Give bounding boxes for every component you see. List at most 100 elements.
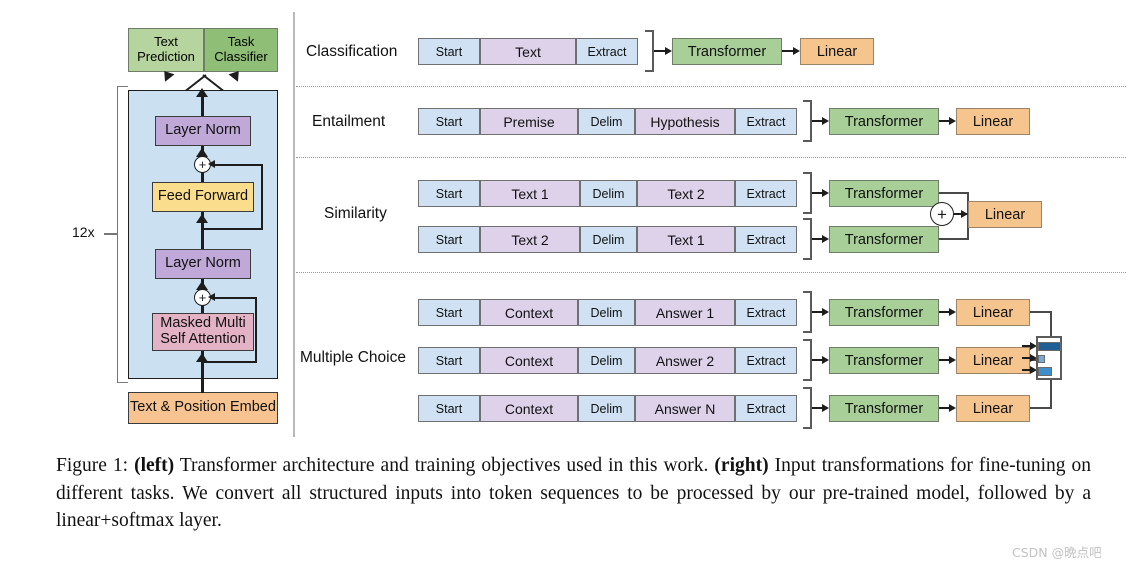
transformer-in-arrow xyxy=(665,46,672,55)
sequence-bracket xyxy=(803,339,812,381)
transformer-label: Transformer xyxy=(844,400,924,417)
masked-multi-self-attention-label: Masked Multi Self Attention xyxy=(160,315,246,347)
task-classifier-label: Task Classifier xyxy=(214,34,268,64)
transformer-in-arrow xyxy=(822,307,829,316)
layer-norm-top: Layer Norm xyxy=(155,116,251,146)
token-text2: Text 2 xyxy=(480,226,580,253)
separator-classification-entailment xyxy=(296,86,1126,87)
token-extract: Extract xyxy=(735,347,797,374)
token-answer: Answer N xyxy=(635,395,735,422)
token-text: Extract xyxy=(746,186,786,201)
token-extract: Extract xyxy=(576,38,638,65)
caption-prefix: Figure 1: xyxy=(56,455,135,476)
caption-bold-right: (right) xyxy=(714,455,769,476)
token-text: Delim xyxy=(590,305,623,320)
transformer-block: Transformer xyxy=(829,347,939,374)
token-context: Context xyxy=(480,299,578,326)
token-start: Start xyxy=(418,347,480,374)
token-text: Start xyxy=(435,186,463,201)
linear-label: Linear xyxy=(972,113,1014,130)
linear-in-arrow xyxy=(949,355,956,364)
token-delim: Delim xyxy=(578,108,635,135)
repeat-bracket xyxy=(117,86,128,383)
token-extract: Extract xyxy=(735,180,797,207)
token-text: Start xyxy=(435,305,463,320)
task-label-entailment: Entailment xyxy=(312,113,386,130)
mc-merge-top-line xyxy=(1030,311,1052,313)
residual-lower-v-line xyxy=(255,296,257,363)
task-classifier-head: Task Classifier xyxy=(204,28,278,72)
token-text: Text 2 xyxy=(511,231,549,248)
token-text: Extract xyxy=(746,114,786,129)
token-start: Start xyxy=(418,395,480,422)
token-text: Context xyxy=(504,400,554,417)
repeat-bracket-tick xyxy=(104,233,118,235)
token-text: Start xyxy=(435,44,463,59)
linear-in-arrow xyxy=(949,116,956,125)
token-text: Answer 2 xyxy=(655,352,715,369)
linear-label: Linear xyxy=(972,304,1014,321)
feed-forward-label: Feed Forward xyxy=(157,188,249,205)
token-start: Start xyxy=(418,180,480,207)
linear-in-arrow xyxy=(949,307,956,316)
token-delim: Delim xyxy=(580,180,637,207)
transformer-block: Transformer xyxy=(829,226,939,253)
token-text: Delim xyxy=(590,114,623,129)
transformer-label: Transformer xyxy=(844,304,924,321)
token-text: Answer 1 xyxy=(655,304,715,321)
residual-add-upper-symbol: + xyxy=(198,157,207,172)
token-text: Text 2 xyxy=(667,185,705,202)
embed-to-stack-line xyxy=(201,379,204,393)
transformer-in-arrow xyxy=(822,234,829,243)
transformer-block: Transformer xyxy=(829,108,939,135)
token-text: Extract xyxy=(746,305,786,320)
token-hypothesis: Hypothesis xyxy=(635,108,735,135)
transformer-in-arrow xyxy=(822,116,829,125)
token-text: Delim xyxy=(590,353,623,368)
token-text: Delim xyxy=(592,186,625,201)
token-start: Start xyxy=(418,299,480,326)
token-start: Start xyxy=(418,226,480,253)
residual-upper-v-line xyxy=(261,163,263,230)
residual-upper-arrow xyxy=(208,159,215,168)
masked-multi-self-attention-block: Masked Multi Self Attention xyxy=(152,313,254,351)
linear-in-arrow xyxy=(793,46,800,55)
task-label-classification: Classification xyxy=(306,43,398,60)
transformer-label: Transformer xyxy=(687,43,767,60)
residual-lower-bottom-line xyxy=(202,361,257,363)
feed-forward-block: Feed Forward xyxy=(152,182,254,212)
token-answer: Answer 1 xyxy=(635,299,735,326)
token-text: Start xyxy=(435,232,463,247)
similarity-merge-bottom-line xyxy=(939,238,969,240)
token-text1: Text 1 xyxy=(637,226,735,253)
caption-bold-left: (left) xyxy=(134,455,175,476)
linear-block: Linear xyxy=(956,108,1030,135)
residual-upper-bottom-line xyxy=(202,228,263,230)
token-context: Context xyxy=(480,395,578,422)
histogram-bar-2 xyxy=(1038,355,1045,363)
transformer-block: Transformer xyxy=(829,395,939,422)
token-text: Delim xyxy=(592,232,625,247)
token-text-body: Text xyxy=(480,38,576,65)
repeat-count-label: 12x xyxy=(72,224,95,240)
residual-lower-arrow xyxy=(208,292,215,301)
transformer-label: Transformer xyxy=(844,231,924,248)
linear-label: Linear xyxy=(816,43,858,60)
token-text: Start xyxy=(435,353,463,368)
text-prediction-label: Text Prediction xyxy=(137,34,195,64)
transformer-in-arrow xyxy=(822,403,829,412)
residual-upper-h-line xyxy=(211,163,263,166)
layer-norm-top-label: Layer Norm xyxy=(165,122,241,139)
text-prediction-head: Text Prediction xyxy=(128,28,204,72)
token-extract: Extract xyxy=(735,395,797,422)
transformer-label: Transformer xyxy=(844,113,924,130)
task-label-similarity: Similarity xyxy=(324,205,387,222)
token-text: Context xyxy=(504,352,554,369)
panel-divider xyxy=(293,12,295,437)
token-text: Start xyxy=(435,114,463,129)
linear-label: Linear xyxy=(984,206,1026,223)
sequence-bracket xyxy=(803,218,812,260)
token-extract: Extract xyxy=(735,108,797,135)
layer-norm-bottom: Layer Norm xyxy=(155,249,251,279)
separator-similarity-multiplechoice xyxy=(296,272,1126,273)
